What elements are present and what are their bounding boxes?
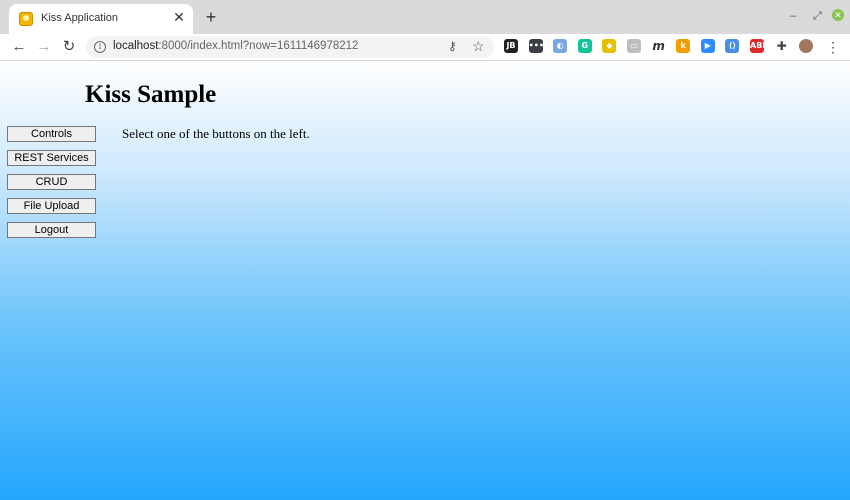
- browser-tab[interactable]: Kiss Application ✕: [9, 4, 193, 34]
- file-upload-button[interactable]: File Upload: [7, 198, 96, 214]
- address-bar[interactable]: i localhost:8000/index.html?now=16111469…: [86, 36, 494, 58]
- jb-extension-icon[interactable]: JB: [504, 39, 518, 53]
- k-extension-icon[interactable]: k: [676, 39, 691, 53]
- rest-services-button[interactable]: REST Services: [7, 150, 96, 166]
- reload-icon[interactable]: ↻: [59, 37, 79, 57]
- address-url[interactable]: localhost:8000/index.html?now=1611146978…: [113, 40, 358, 52]
- password-extension-icon[interactable]: •••: [528, 39, 544, 53]
- key-icon[interactable]: ⚷: [448, 39, 457, 53]
- bookmark-star-icon[interactable]: ☆: [472, 38, 485, 55]
- browser-menu-icon[interactable]: ⋮: [826, 37, 840, 57]
- info-icon[interactable]: i: [94, 41, 106, 53]
- shield-extension-icon[interactable]: ◆: [602, 39, 617, 53]
- adblock-extension-icon[interactable]: ABP: [750, 39, 768, 53]
- zoom-extension-icon[interactable]: ▶: [700, 39, 715, 53]
- forward-arrow-icon[interactable]: →: [34, 37, 54, 57]
- profile-avatar-icon[interactable]: [799, 39, 814, 53]
- puzzle-extension-icon[interactable]: ✚: [775, 39, 789, 53]
- logout-button[interactable]: Logout: [7, 222, 96, 238]
- browser-titlebar: Kiss Application ✕ + – ⤢ ✕: [0, 0, 850, 34]
- bracket-extension-icon[interactable]: ⟨⟩: [725, 39, 740, 53]
- maximize-window-icon[interactable]: ⤢: [813, 9, 822, 23]
- browser-toolbar: ← → ↻ i localhost:8000/index.html?now=16…: [0, 34, 850, 61]
- url-path: :8000/index.html?now=1611146978212: [158, 40, 359, 52]
- close-tab-icon[interactable]: ✕: [171, 9, 187, 25]
- new-tab-button[interactable]: +: [202, 8, 220, 26]
- tab-title: Kiss Application: [41, 12, 119, 24]
- crud-button[interactable]: CRUD: [7, 174, 96, 190]
- minimize-window-icon[interactable]: –: [790, 9, 796, 23]
- sidebar-buttons: Controls REST Services CRUD File Upload …: [7, 126, 96, 246]
- back-arrow-icon[interactable]: ←: [9, 37, 29, 57]
- grammarly-extension-icon[interactable]: G: [577, 39, 592, 53]
- app-favicon-icon: [19, 12, 33, 26]
- page-title: Kiss Sample: [85, 81, 217, 108]
- close-window-icon[interactable]: ✕: [832, 9, 844, 21]
- feather-extension-icon[interactable]: ◐: [553, 39, 568, 53]
- controls-button[interactable]: Controls: [7, 126, 96, 142]
- url-host: localhost: [113, 40, 159, 52]
- clipboard-extension-icon[interactable]: ▭: [627, 39, 641, 53]
- page-content: Kiss Sample Controls REST Services CRUD …: [0, 61, 850, 500]
- m-extension-icon[interactable]: m: [651, 39, 666, 53]
- instruction-text: Select one of the buttons on the left.: [122, 126, 310, 141]
